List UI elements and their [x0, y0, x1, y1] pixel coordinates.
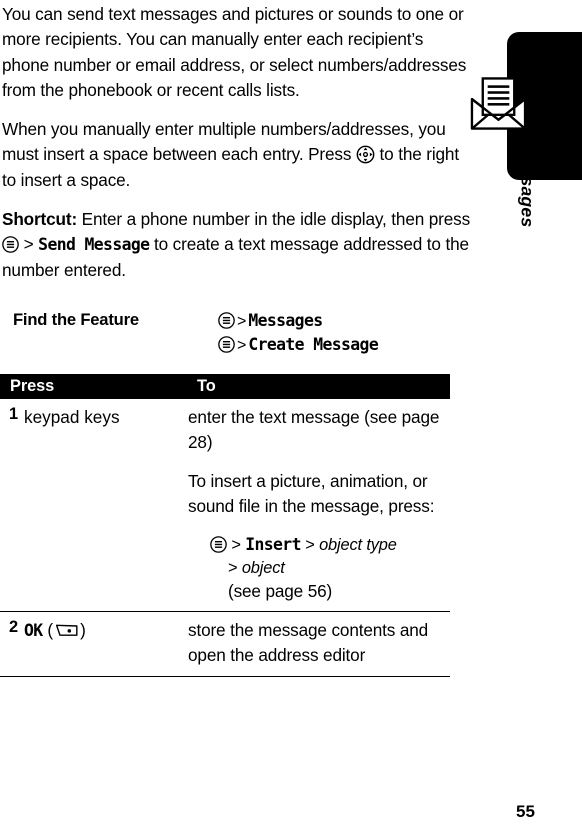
menu-key-icon: [2, 235, 19, 254]
insert-separator-3: >: [228, 559, 238, 578]
insert-separator-2: >: [305, 536, 315, 555]
menu-key-icon: [218, 312, 235, 329]
table-header-row: Press To: [0, 374, 450, 399]
insert-arg-object-type: object type: [319, 536, 397, 555]
menu-key-icon: [210, 536, 227, 554]
softkey-label: OK: [24, 621, 43, 641]
paren-close: ): [80, 620, 86, 641]
step-number: 1: [9, 405, 19, 423]
steps-table: Press To 1 keypad keys enter the text me…: [0, 374, 450, 677]
step-result-line-1: enter the text message (see page 28): [188, 407, 440, 452]
insert-path-line-2: > object: [210, 557, 441, 580]
paragraph-shortcut: Shortcut: Enter a phone number in the id…: [2, 207, 472, 283]
path-item-messages: Messages: [248, 311, 323, 330]
column-header-press: Press: [10, 377, 55, 395]
path-separator-2: >: [237, 337, 247, 354]
find-the-feature-paths: > Messages > Create Message: [218, 309, 379, 357]
insert-menu-path: > Insert > object type > object (see pag…: [188, 533, 441, 603]
menu-key-icon: [218, 336, 235, 353]
step-result: enter the text message (see page 28) To …: [188, 399, 441, 611]
paragraph-intro: You can send text messages and pictures …: [2, 4, 467, 100]
content-column: You can send text messages and pictures …: [2, 0, 472, 297]
insert-separator-1: >: [231, 536, 241, 555]
path-separator-1: >: [237, 313, 247, 330]
find-the-feature-heading: Find the Feature: [13, 310, 139, 329]
step-press-action: OK ( ): [24, 612, 188, 643]
step-number: 2: [9, 618, 19, 637]
shortcut-menu-item: Send Message: [38, 235, 150, 255]
insert-path-reference: (see page 56): [228, 581, 333, 602]
insert-arg-object: object: [241, 559, 285, 578]
table-row: 1 keypad keys enter the text message (se…: [0, 399, 450, 613]
insert-command: Insert: [245, 535, 301, 555]
table-row: 2 OK ( ) store the message contents and …: [0, 612, 450, 677]
find-the-feature-path-1: > Messages: [218, 309, 378, 333]
find-the-feature-block: Find the Feature > Messages > Create Messa…: [0, 305, 452, 371]
chapter-tab-label: Messages: [517, 141, 538, 228]
path-item-create-message: Create Message: [248, 335, 379, 354]
step-result-line-1: store the message contents and open the …: [188, 620, 429, 665]
shortcut-text-before: Enter a phone number in the idle display…: [77, 209, 471, 230]
find-the-feature-path-2: > Create Message: [218, 333, 379, 357]
column-header-to: To: [197, 377, 216, 395]
step-result: store the message contents and open the …: [188, 612, 441, 675]
step-result-line-2: To insert a picture, animation, or sound…: [188, 471, 435, 516]
manual-page: You can send text messages and pictures …: [0, 0, 582, 837]
soft-key-icon: [53, 620, 80, 637]
shortcut-label: Shortcut:: [2, 209, 78, 230]
page-number: 55: [516, 802, 535, 821]
shortcut-separator: >: [23, 234, 34, 255]
nav-key-icon: [356, 145, 375, 164]
paragraph-multiple-entries: When you manually enter multiple numbers…: [2, 117, 472, 193]
step-press-action: keypad keys: [24, 407, 120, 427]
insert-path-line-1: > Insert > object type: [210, 533, 441, 557]
